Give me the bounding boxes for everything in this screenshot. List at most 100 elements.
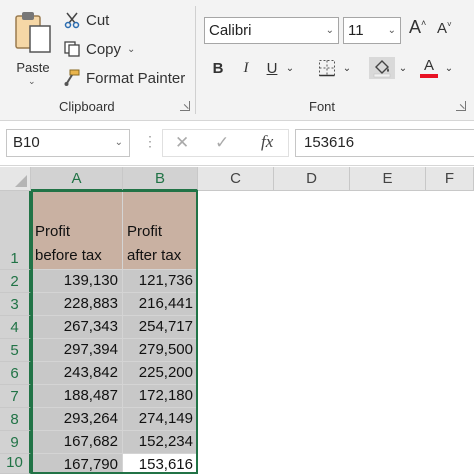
cell-a9[interactable]: 167,682 — [31, 431, 123, 454]
cell-a2[interactable]: 139,130 — [31, 270, 123, 293]
row-number: 8 — [10, 411, 19, 428]
cell-a1[interactable]: Profit before tax — [31, 191, 123, 270]
cut-button[interactable]: Cut — [62, 9, 109, 31]
name-box[interactable]: B10 ⌄ — [6, 129, 130, 157]
paste-button[interactable]: Paste ⌄ — [10, 8, 56, 88]
row-header-10[interactable]: 10 — [0, 454, 31, 474]
font-name-dropdown-icon[interactable]: ⌄ — [326, 18, 334, 43]
copy-icon — [62, 39, 82, 59]
row-header-2[interactable]: 2 — [0, 270, 31, 293]
worksheet-grid: A B C D E F 1 2 3 4 5 6 7 8 9 10 Profit … — [0, 167, 474, 474]
cell-a3[interactable]: 228,883 — [31, 293, 123, 316]
row-header-4[interactable]: 4 — [0, 316, 31, 339]
name-box-dropdown-icon[interactable]: ⌄ — [115, 130, 123, 156]
font-size-dropdown-icon[interactable]: ⌄ — [388, 18, 396, 43]
enter-icon[interactable]: ✓ — [215, 133, 229, 153]
borders-dropdown-icon[interactable]: ⌄ — [342, 57, 352, 79]
underline-dropdown-icon[interactable]: ⌄ — [285, 57, 295, 79]
cell-b9[interactable]: 152,234 — [123, 431, 198, 454]
copy-button[interactable]: Copy ⌄ — [62, 38, 135, 60]
row-header-5[interactable]: 5 — [0, 339, 31, 362]
font-name-value: Calibri — [209, 22, 252, 39]
clipboard-dialog-launcher-icon[interactable] — [180, 101, 190, 111]
italic-button[interactable]: I — [240, 57, 252, 79]
row-header-7[interactable]: 7 — [0, 385, 31, 408]
cell-b6[interactable]: 225,200 — [123, 362, 198, 385]
formula-bar-splitter-icon[interactable]: ⋮ — [143, 133, 157, 150]
cell-b1-line1: Profit — [127, 223, 163, 240]
borders-icon — [319, 60, 335, 77]
font-size-value: 11 — [348, 22, 364, 39]
copy-label: Copy — [86, 40, 122, 58]
underline-button[interactable]: U — [266, 57, 278, 79]
formula-input[interactable]: 153616 — [295, 129, 474, 157]
ribbon: Paste ⌄ Cut Copy ⌄ Format Painter Clipbo… — [0, 0, 474, 121]
row-header-6[interactable]: 6 — [0, 362, 31, 385]
font-color-icon: A — [423, 57, 434, 74]
column-header-d[interactable]: D — [274, 167, 350, 191]
cell-a10[interactable]: 167,790 — [31, 454, 123, 474]
row-number: 2 — [10, 273, 19, 290]
cell-a7[interactable]: 188,487 — [31, 385, 123, 408]
paintbrush-icon — [62, 68, 82, 88]
cell-b4[interactable]: 254,717 — [123, 316, 198, 339]
column-header-f[interactable]: F — [426, 167, 474, 191]
row-number: 10 — [6, 454, 23, 471]
fill-color-dropdown-icon[interactable]: ⌄ — [398, 57, 408, 79]
bold-button[interactable]: B — [210, 57, 226, 79]
cell-a1-line2: before tax — [35, 247, 102, 264]
font-color-swatch — [420, 74, 438, 78]
cell-b3[interactable]: 216,441 — [123, 293, 198, 316]
cell-b1-line2: after tax — [127, 247, 182, 264]
cancel-icon[interactable]: ✕ — [175, 133, 189, 153]
row-number: 3 — [10, 296, 19, 313]
clipboard-group-label: Clipboard — [59, 99, 115, 114]
cell-a6[interactable]: 243,842 — [31, 362, 123, 385]
font-size-box[interactable]: 11 ⌄ — [343, 17, 401, 44]
cut-label: Cut — [86, 11, 110, 29]
column-header-b[interactable]: B — [123, 167, 198, 191]
cell-b10-active[interactable]: 153,616 — [123, 454, 198, 474]
row-number: 9 — [10, 434, 19, 451]
row-number: 1 — [10, 250, 19, 267]
row-number: 6 — [10, 365, 19, 382]
increase-font-size-button[interactable]: A˄ — [409, 17, 426, 38]
column-header-c[interactable]: C — [198, 167, 274, 191]
row-number: 7 — [10, 388, 19, 405]
cell-a5[interactable]: 297,394 — [31, 339, 123, 362]
borders-button[interactable] — [316, 57, 338, 79]
cell-b5[interactable]: 279,500 — [123, 339, 198, 362]
font-group-label: Font — [309, 99, 336, 114]
cell-b8[interactable]: 274,149 — [123, 408, 198, 431]
font-color-button[interactable]: A — [418, 57, 440, 79]
insert-function-icon[interactable]: fx — [261, 132, 273, 152]
format-painter-label: Format Painter — [86, 69, 186, 87]
group-separator — [195, 6, 196, 114]
scissors-icon — [62, 10, 82, 30]
cell-b1[interactable]: Profit after tax — [123, 191, 198, 270]
row-header-9[interactable]: 9 — [0, 431, 31, 454]
row-number: 5 — [10, 342, 19, 359]
cell-a8[interactable]: 293,264 — [31, 408, 123, 431]
row-header-3[interactable]: 3 — [0, 293, 31, 316]
name-box-value: B10 — [13, 134, 40, 151]
column-header-a[interactable]: A — [31, 167, 123, 191]
select-all-button[interactable] — [0, 167, 31, 191]
font-name-box[interactable]: Calibri ⌄ — [204, 17, 339, 44]
cell-a4[interactable]: 267,343 — [31, 316, 123, 339]
fill-color-button[interactable] — [369, 57, 395, 79]
cell-b7[interactable]: 172,180 — [123, 385, 198, 408]
paste-icon — [15, 12, 51, 53]
decrease-font-size-button[interactable]: A˅ — [437, 20, 452, 37]
cell-b2[interactable]: 121,736 — [123, 270, 198, 293]
font-color-dropdown-icon[interactable]: ⌄ — [444, 57, 454, 79]
row-number: 4 — [10, 319, 19, 336]
paste-dropdown-icon[interactable]: ⌄ — [28, 76, 36, 87]
copy-dropdown-icon[interactable]: ⌄ — [127, 44, 135, 55]
column-header-e[interactable]: E — [350, 167, 426, 191]
row-header-1[interactable]: 1 — [0, 191, 31, 270]
paint-bucket-icon — [373, 60, 391, 78]
font-dialog-launcher-icon[interactable] — [456, 101, 466, 111]
row-header-8[interactable]: 8 — [0, 408, 31, 431]
format-painter-button[interactable]: Format Painter — [62, 67, 185, 89]
